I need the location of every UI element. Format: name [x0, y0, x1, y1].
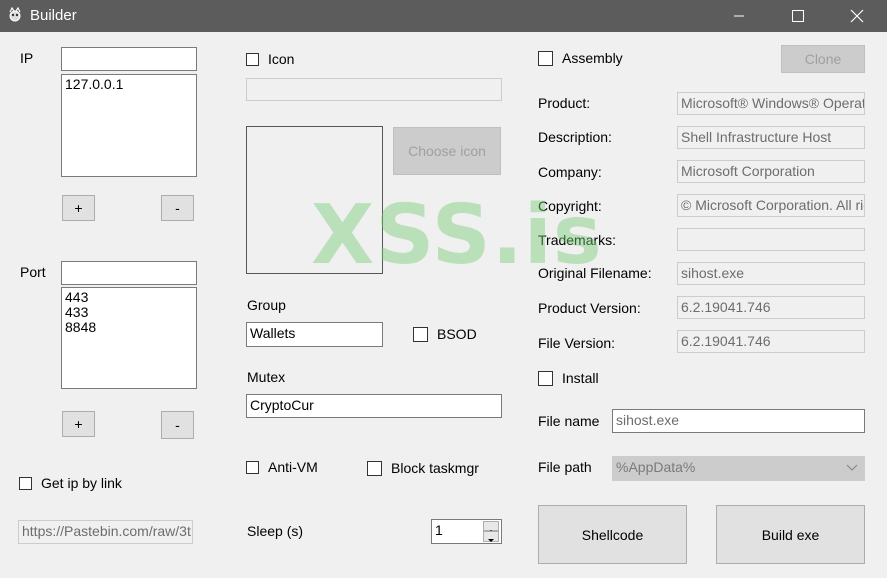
company-label: Company:	[538, 164, 602, 180]
bsod-label: BSOD	[437, 326, 477, 342]
close-button[interactable]	[834, 0, 880, 32]
port-remove-button[interactable]: -	[161, 411, 194, 439]
product-field[interactable]: Microsoft® Windows® Operatin	[677, 92, 865, 115]
file-path-value: %AppData%	[616, 459, 696, 475]
checkbox-box[interactable]	[246, 52, 259, 66]
original-filename-label: Original Filename:	[538, 265, 652, 281]
file-path-label: File path	[538, 459, 592, 475]
anti-vm-checkbox[interactable]: Anti-VM	[246, 459, 318, 475]
install-label: Install	[562, 370, 599, 386]
mutex-label: Mutex	[247, 369, 286, 385]
assembly-label: Assembly	[562, 50, 623, 66]
port-list-item[interactable]: 8848	[65, 320, 193, 335]
link-field[interactable]: https://Pastebin.com/raw/3t	[18, 520, 193, 544]
file-name-input[interactable]: sihost.exe	[612, 409, 865, 433]
original-filename-field[interactable]: sihost.exe	[677, 262, 865, 285]
checkbox-box[interactable]	[367, 460, 382, 476]
product-version-label: Product Version:	[538, 300, 641, 316]
block-taskmgr-label: Block taskmgr	[391, 460, 479, 476]
ip-input[interactable]	[61, 47, 197, 71]
trademarks-label: Trademarks:	[538, 232, 617, 248]
file-version-field[interactable]: 6.2.19041.746	[677, 330, 865, 353]
copyright-field[interactable]: © Microsoft Corporation. All righ	[677, 194, 865, 217]
get-ip-by-link-label: Get ip by link	[41, 475, 122, 491]
file-version-label: File Version:	[538, 335, 616, 351]
install-checkbox[interactable]: Install	[538, 370, 599, 386]
group-input[interactable]: Wallets	[246, 322, 383, 347]
port-label: Port	[20, 264, 46, 280]
builder-window: Builder IP 127.0.0.1 + - Port 443 433 88…	[0, 0, 887, 578]
trademarks-field[interactable]	[677, 228, 865, 251]
file-path-select[interactable]: %AppData%	[612, 456, 865, 481]
choose-icon-button[interactable]: Choose icon	[393, 127, 501, 175]
file-name-label: File name	[538, 413, 600, 429]
port-input[interactable]	[61, 261, 197, 285]
block-taskmgr-checkbox[interactable]: Block taskmgr	[367, 460, 479, 476]
ip-label: IP	[20, 50, 34, 66]
group-label: Group	[247, 297, 286, 313]
icon-preview	[246, 126, 383, 274]
product-label: Product:	[538, 95, 591, 111]
icon-checkbox[interactable]: Icon	[246, 51, 294, 67]
build-exe-button[interactable]: Build exe	[716, 505, 865, 564]
sleep-value[interactable]: 1	[435, 522, 443, 538]
minimize-button[interactable]	[716, 0, 762, 32]
ip-remove-button[interactable]: -	[161, 195, 194, 221]
checkbox-box[interactable]	[246, 460, 259, 474]
port-add-button[interactable]: +	[62, 411, 95, 437]
ip-list-item[interactable]: 127.0.0.1	[65, 77, 193, 92]
copyright-label: Copyright:	[538, 198, 602, 214]
maximize-button[interactable]	[775, 0, 821, 32]
get-ip-by-link-checkbox[interactable]: Get ip by link	[19, 475, 122, 491]
shellcode-button[interactable]: Shellcode	[538, 505, 687, 564]
spinner-up-button[interactable]	[483, 521, 499, 533]
bsod-checkbox[interactable]: BSOD	[413, 326, 477, 342]
port-list[interactable]: 443 433 8848	[61, 287, 197, 389]
chevron-down-icon	[846, 464, 858, 471]
window-title: Builder	[30, 7, 77, 24]
title-bar: Builder	[0, 0, 887, 32]
spinner-down-button[interactable]	[483, 531, 499, 542]
icon-label: Icon	[268, 51, 295, 67]
maximize-icon	[792, 10, 804, 22]
company-field[interactable]: Microsoft Corporation	[677, 160, 865, 183]
app-icon	[9, 7, 21, 22]
anti-vm-label: Anti-VM	[268, 459, 318, 475]
checkbox-box[interactable]	[19, 476, 32, 490]
minimize-icon	[734, 15, 744, 17]
clone-button[interactable]: Clone	[781, 45, 865, 73]
description-label: Description:	[538, 129, 612, 145]
checkbox-box[interactable]	[413, 326, 428, 342]
checkbox-box[interactable]	[538, 370, 553, 386]
mutex-input[interactable]: CryptoCur	[246, 394, 502, 418]
product-version-field[interactable]: 6.2.19041.746	[677, 296, 865, 319]
close-icon	[850, 9, 864, 23]
assembly-checkbox[interactable]: Assembly	[538, 50, 623, 66]
icon-path-field[interactable]	[246, 78, 502, 101]
ip-list[interactable]: 127.0.0.1	[61, 74, 197, 177]
description-field[interactable]: Shell Infrastructure Host	[677, 126, 865, 149]
port-list-item[interactable]: 443	[65, 290, 193, 305]
port-list-item[interactable]: 433	[65, 305, 193, 320]
sleep-label: Sleep (s)	[247, 523, 304, 539]
arrow-down-icon	[488, 539, 494, 542]
ip-add-button[interactable]: +	[62, 195, 95, 221]
checkbox-box[interactable]	[538, 50, 553, 66]
